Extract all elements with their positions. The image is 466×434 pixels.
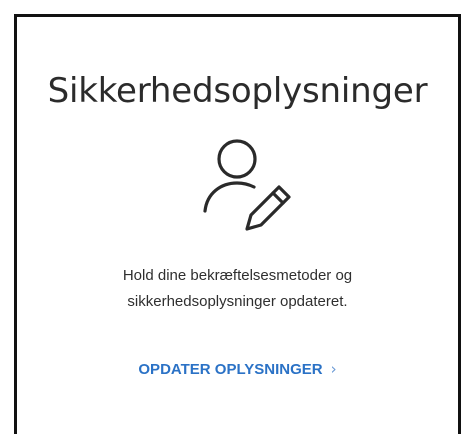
update-info-link-label[interactable]: OPDATER OPLYSNINGER [138, 361, 322, 378]
description-line-2: sikkerhedsoplysninger opdateret. [127, 293, 348, 310]
chevron-right-icon: › [330, 360, 337, 378]
card-description: Hold dine bekræftelsesmetoder og sikkerh… [57, 263, 418, 315]
description-line-1: Hold dine bekræftelsesmetoder og [122, 267, 353, 284]
user-edit-icon [199, 135, 299, 235]
security-info-card: Sikkerhedsoplysninger Hold dine bekræfte… [14, 14, 461, 434]
card-title: Sikkerhedsoplysninger [47, 71, 428, 111]
update-info-link[interactable]: OPDATER OPLYSNINGER › [17, 360, 458, 378]
